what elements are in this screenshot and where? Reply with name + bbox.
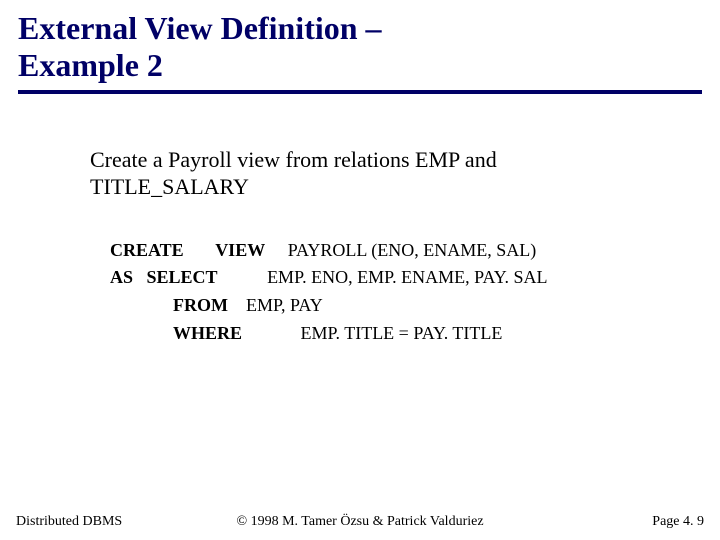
kw-from: FROM [173, 295, 228, 315]
kw-select: SELECT [147, 267, 218, 287]
from-list: EMP, PAY [246, 295, 323, 315]
sql-block: CREATE VIEW PAYROLL (ENO, ENAME, SAL) AS… [90, 237, 640, 349]
kw-create: CREATE [110, 240, 184, 260]
footer-left: Distributed DBMS [16, 514, 122, 530]
footer-center: © 1998 M. Tamer Özsu & Patrick Valduriez [236, 514, 483, 530]
title-line-1: External View Definition – [18, 10, 382, 46]
kw-as: AS [110, 267, 133, 287]
select-list: EMP. ENO, EMP. ENAME, PAY. SAL [267, 267, 547, 287]
kw-view: VIEW [215, 240, 265, 260]
slide-footer: Distributed DBMS © 1998 M. Tamer Özsu & … [0, 514, 720, 530]
slide-title: External View Definition – Example 2 [18, 10, 702, 84]
intro-text: Create a Payroll view from relations EMP… [90, 146, 640, 201]
title-line-2: Example 2 [18, 47, 163, 83]
body-area: Create a Payroll view from relations EMP… [0, 94, 720, 349]
title-block: External View Definition – Example 2 [0, 0, 720, 94]
footer-right: Page 4. 9 [652, 514, 704, 530]
view-name: PAYROLL (ENO, ENAME, SAL) [288, 240, 537, 260]
where-clause: EMP. TITLE = PAY. TITLE [301, 323, 503, 343]
kw-where: WHERE [173, 323, 242, 343]
